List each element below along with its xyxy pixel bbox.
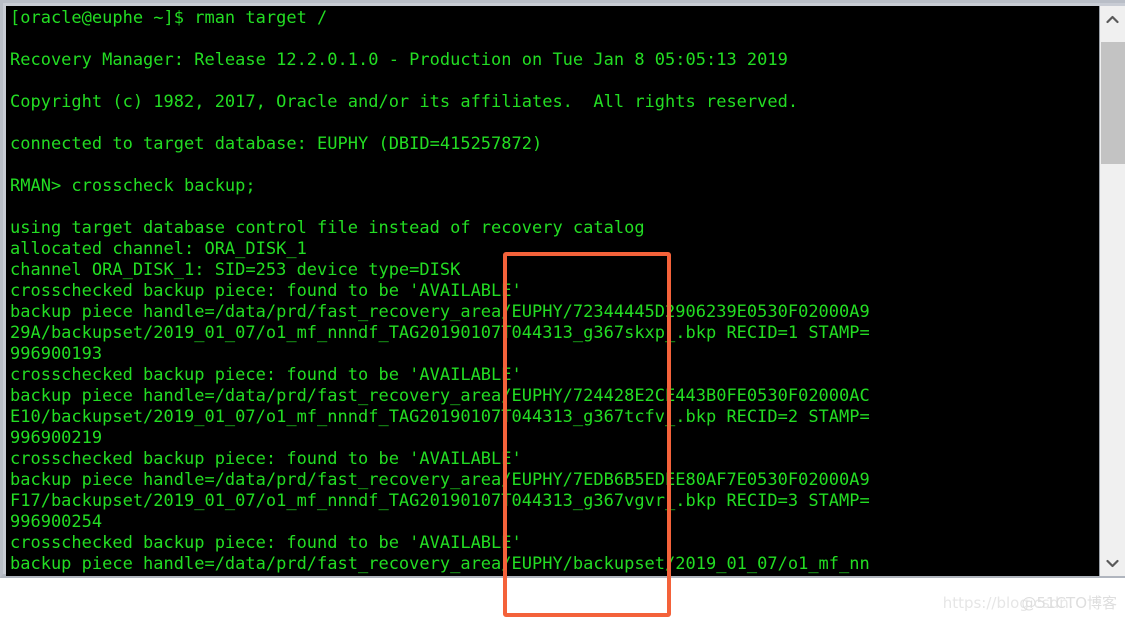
terminal-line: [oracle@euphe ~]$ rman target / [10,8,328,28]
chevron-up-icon [1106,15,1119,23]
terminal-line: crosschecked backup piece: found to be '… [10,533,522,553]
terminal-line: backup piece handle=/data/prd/fast_recov… [10,470,870,490]
watermark-handle: @51CTO博客 [1021,594,1117,612]
vertical-scrollbar[interactable] [1099,6,1125,576]
terminal-line: channel ORA_DISK_1: SID=253 device type=… [10,260,461,280]
terminal-window: [oracle@euphe ~]$ rman target / Recovery… [0,0,1125,578]
terminal-line-command: RMAN> crosscheck backup; [10,176,256,196]
scrollbar-thumb[interactable] [1101,42,1125,164]
terminal-line: 996900254 [10,512,103,532]
terminal-output: [oracle@euphe ~]$ rman target / Recovery… [10,8,1099,575]
terminal-line: Recovery Manager: Release 12.2.0.1.0 - P… [10,50,788,70]
terminal-line: 29A/backupset/2019_01_07/o1_mf_nnndf_TAG… [10,323,870,343]
terminal-line: crosschecked backup piece: found to be '… [10,449,522,469]
scroll-down-button[interactable] [1100,550,1125,576]
terminal-console[interactable]: [oracle@euphe ~]$ rman target / Recovery… [6,6,1099,576]
terminal-line: F17/backupset/2019_01_07/o1_mf_nnndf_TAG… [10,491,870,511]
terminal-line: 996900219 [10,428,103,448]
terminal-line: crosschecked backup piece: found to be '… [10,365,522,385]
terminal-line: 996900193 [10,344,103,364]
terminal-line: allocated channel: ORA_DISK_1 [10,239,307,259]
terminal-line: backup piece handle=/data/prd/fast_recov… [10,302,870,322]
terminal-line: backup piece handle=/data/prd/fast_recov… [10,554,870,574]
terminal-line: E10/backupset/2019_01_07/o1_mf_nnndf_TAG… [10,407,870,427]
terminal-line: Copyright (c) 1982, 2017, Oracle and/or … [10,92,799,112]
screenshot-root: [oracle@euphe ~]$ rman target / Recovery… [0,0,1125,620]
watermark: https://blog.csdn.@51CTO博客 [943,592,1117,613]
terminal-line: connected to target database: EUPHY (DBI… [10,134,543,154]
terminal-line: using target database control file inste… [10,218,645,238]
terminal-line: backup piece handle=/data/prd/fast_recov… [10,386,870,406]
terminal-line: crosschecked backup piece: found to be '… [10,281,522,301]
chevron-down-icon [1106,559,1119,567]
scroll-up-button[interactable] [1100,6,1125,32]
